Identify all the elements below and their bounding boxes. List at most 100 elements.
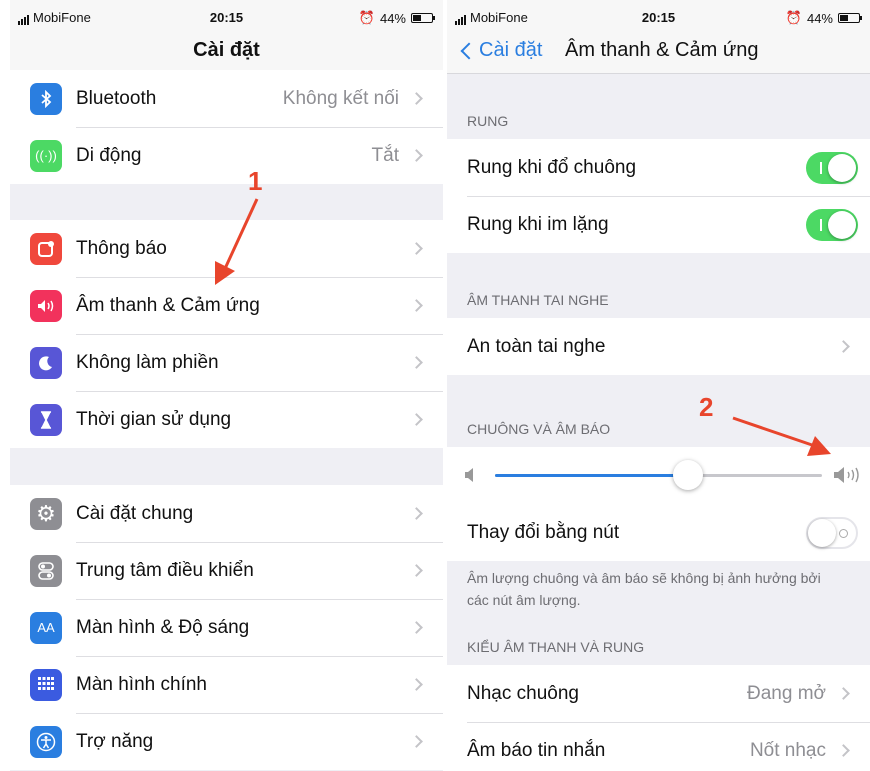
settings-item-bluetooth[interactable]: Bluetooth Không kết nối: [10, 70, 443, 127]
chevron-left-icon: [460, 42, 478, 59]
status-bar: MobiFone 20:15 ⏰ 44%: [447, 0, 870, 34]
battery-icon: [838, 13, 862, 23]
vibrate-on-silent-row: Rung khi im lặng: [447, 196, 870, 253]
change-with-buttons-toggle[interactable]: [806, 516, 858, 549]
ringtone-label: Nhạc chuông: [467, 682, 579, 704]
settings-item-home-screen[interactable]: Màn hình chính: [10, 656, 443, 713]
settings-item-label: Thời gian sử dụng: [76, 408, 232, 430]
annotation-number-2: 2: [699, 392, 714, 422]
slider-thumb[interactable]: [672, 460, 703, 490]
battery-percent: 44%: [806, 10, 833, 26]
chevron-right-icon: [837, 340, 850, 353]
vibrate-on-ring-row: Rung khi đổ chuông: [447, 139, 870, 196]
annotation-number-1: 1: [248, 166, 263, 196]
vibrate-on-ring-label: Rung khi đổ chuông: [467, 156, 637, 178]
gear-icon: ⚙: [30, 497, 62, 530]
settings-screen: MobiFone 20:15 ⏰ 44% Cài đặt Bluetooth K…: [10, 0, 443, 771]
settings-item-label: Thông báo: [76, 237, 167, 259]
settings-group-general: ⚙ Cài đặt chung Trung tâm điều khiển AA …: [10, 485, 443, 770]
chevron-right-icon: [410, 149, 423, 162]
page-title: Âm thanh & Cảm ứng: [565, 39, 759, 61]
headphone-safety-row[interactable]: An toàn tai nghe: [447, 318, 870, 375]
settings-item-label: Màn hình & Độ sáng: [76, 616, 250, 638]
settings-group-connectivity: Bluetooth Không kết nối ((·)) Di động Tắ…: [10, 70, 443, 184]
vibrate-on-silent-toggle[interactable]: [806, 208, 858, 241]
change-with-buttons-label: Thay đổi bằng nút: [467, 521, 620, 543]
battery-percent: 44%: [379, 10, 406, 26]
battery-icon: [411, 13, 435, 23]
settings-group-vibrate: Rung khi đổ chuông Rung khi im lặng: [447, 139, 870, 253]
volume-high-icon: [834, 467, 859, 483]
speaker-icon: [30, 289, 62, 322]
antenna-icon: ((·)): [30, 139, 62, 172]
chevron-right-icon: [410, 678, 423, 691]
chevron-right-icon: [410, 507, 423, 520]
settings-item-value: Không kết nối: [282, 87, 399, 109]
chevron-right-icon: [410, 299, 423, 312]
back-label: Cài đặt: [479, 39, 543, 61]
change-with-buttons-row: Thay đổi bằng nút: [447, 504, 870, 561]
section-header-sound-patterns: KIỂU ÂM THANH VÀ RUNG: [467, 639, 645, 655]
alarm-icon: ⏰: [358, 10, 375, 25]
vibrate-on-silent-label: Rung khi im lặng: [467, 213, 609, 235]
chevron-right-icon: [410, 413, 423, 426]
settings-item-screen-time[interactable]: Thời gian sử dụng: [10, 391, 443, 448]
text-tone-label: Âm báo tin nhắn: [467, 739, 606, 761]
grid-icon: [30, 668, 62, 701]
settings-item-label: Cài đặt chung: [76, 502, 194, 524]
switches-icon: [30, 554, 62, 587]
section-header-headphone-audio: ÂM THANH TAI NGHE: [467, 292, 609, 308]
settings-group-ringer: Thay đổi bằng nút: [447, 447, 870, 561]
notification-icon: [30, 232, 62, 265]
aa-icon: AA: [30, 611, 62, 644]
settings-item-do-not-disturb[interactable]: Không làm phiền: [10, 334, 443, 391]
settings-item-cellular[interactable]: ((·)) Di động Tắt: [10, 127, 443, 184]
chevron-right-icon: [410, 735, 423, 748]
nav-bar: Cài đặt: [10, 34, 443, 74]
ringtone-row[interactable]: Nhạc chuông Đang mở: [447, 665, 870, 722]
back-button[interactable]: Cài đặt: [459, 39, 542, 62]
chevron-right-icon: [837, 687, 850, 700]
bluetooth-icon: [30, 82, 62, 115]
volume-low-icon: [465, 468, 473, 482]
accessibility-icon: [30, 725, 62, 758]
settings-item-label: Màn hình chính: [76, 673, 207, 695]
settings-group-sounds: Nhạc chuông Đang mở Âm báo tin nhắn Nốt …: [447, 665, 870, 771]
text-tone-value: Nốt nhạc: [749, 739, 826, 761]
chevron-right-icon: [410, 356, 423, 369]
settings-item-value: Tắt: [371, 144, 399, 166]
settings-item-control-center[interactable]: Trung tâm điều khiển: [10, 542, 443, 599]
settings-item-label: Di động: [76, 144, 142, 166]
settings-item-label: Bluetooth: [76, 87, 157, 109]
alarm-icon: ⏰: [785, 10, 802, 25]
settings-item-label: Trợ năng: [76, 730, 154, 752]
settings-item-accessibility[interactable]: Trợ năng: [10, 713, 443, 770]
sounds-haptics-screen: MobiFone 20:15 ⏰ 44% Cài đặt Âm thanh & …: [447, 0, 870, 771]
text-tone-row[interactable]: Âm báo tin nhắn Nốt nhạc: [447, 722, 870, 771]
settings-item-label: Âm thanh & Cảm ứng: [76, 294, 260, 316]
headphone-safety-label: An toàn tai nghe: [467, 335, 606, 357]
section-header-vibrate: RUNG: [467, 113, 509, 129]
chevron-right-icon: [410, 621, 423, 634]
hourglass-icon: [30, 403, 62, 436]
settings-item-display[interactable]: AA Màn hình & Độ sáng: [10, 599, 443, 656]
section-header-ringer-alerts: CHUÔNG VÀ ÂM BÁO: [467, 421, 611, 437]
vibrate-on-ring-toggle[interactable]: [806, 151, 858, 184]
settings-group-headphone: An toàn tai nghe: [447, 318, 870, 375]
page-title: Cài đặt: [193, 39, 260, 61]
annotation-arrow-1: [215, 198, 259, 285]
settings-item-label: Không làm phiền: [76, 351, 219, 373]
chevron-right-icon: [837, 744, 850, 757]
status-bar: MobiFone 20:15 ⏰ 44%: [10, 0, 443, 34]
settings-item-label: Trung tâm điều khiển: [76, 559, 254, 581]
annotation-arrow-2: [732, 416, 831, 456]
ringer-footnote: Âm lượng chuông và âm báo sẽ không bị ản…: [467, 570, 821, 608]
chevron-right-icon: [410, 242, 423, 255]
moon-icon: [30, 346, 62, 379]
slider-track[interactable]: [495, 474, 822, 477]
chevron-right-icon: [410, 92, 423, 105]
chevron-right-icon: [410, 564, 423, 577]
nav-bar: Cài đặt Âm thanh & Cảm ứng: [447, 34, 870, 74]
settings-item-general[interactable]: ⚙ Cài đặt chung: [10, 485, 443, 542]
ringtone-value: Đang mở: [747, 682, 826, 704]
